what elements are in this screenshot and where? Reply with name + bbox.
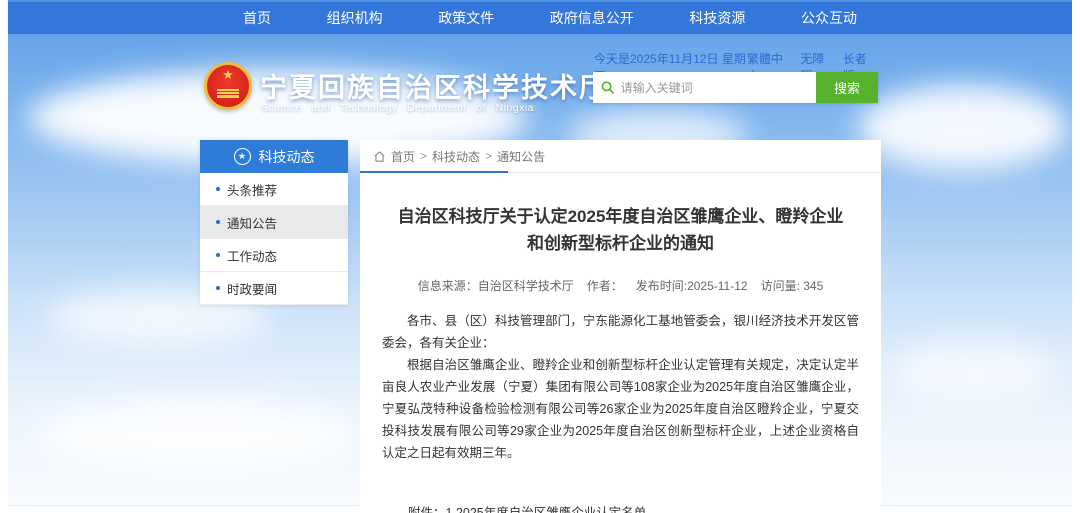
- cloud-decoration: [38, 400, 358, 470]
- cloud-decoration: [888, 340, 1058, 400]
- meta-source: 信息来源：自治区科学技术厅: [418, 277, 574, 294]
- sidebar-item-work-dynamics[interactable]: 工作动态: [200, 239, 348, 272]
- attachment-link-1[interactable]: 1.2025年度自治区雏鹰企业认定名单: [446, 500, 684, 513]
- attachments-list: 1.2025年度自治区雏鹰企业认定名单 2.2025年度自治区瞪羚企业认定名单 …: [446, 500, 684, 513]
- article-title-line1: 自治区科技厅关于认定2025年度自治区雏鹰企业、瞪羚企业: [382, 203, 859, 230]
- sidebar-title: 科技动态: [259, 147, 315, 167]
- nav-item-sci-tech-resources[interactable]: 科技资源: [689, 8, 745, 28]
- main-content-panel: 首页 > 科技动态 > 通知公告 自治区科技厅关于认定2025年度自治区雏鹰企业…: [360, 140, 881, 513]
- nav-item-gov-info-disclosure[interactable]: 政府信息公开: [550, 8, 634, 28]
- article-body: 各市、县（区）科技管理部门，宁东能源化工基地管委会，银川经济技术开发区管委会，各…: [382, 310, 859, 464]
- article-title: 自治区科技厅关于认定2025年度自治区雏鹰企业、瞪羚企业 和创新型标杆企业的通知: [382, 203, 859, 257]
- search-input-wrap: [593, 72, 816, 103]
- attachments-block: 附件： 1.2025年度自治区雏鹰企业认定名单 2.2025年度自治区瞪羚企业认…: [382, 500, 859, 513]
- sidebar-item-notices[interactable]: 通知公告: [200, 206, 348, 239]
- article-paragraph: 各市、县（区）科技管理部门，宁东能源化工基地管委会，银川经济技术开发区管委会，各…: [382, 310, 859, 354]
- sidebar-item-political-news[interactable]: 时政要闻: [200, 272, 348, 305]
- search-button[interactable]: 搜索: [816, 72, 878, 103]
- search-icon: [601, 80, 615, 95]
- breadcrumb-separator: >: [420, 149, 427, 163]
- sidebar-header: ★ 科技动态: [200, 140, 348, 173]
- article: 自治区科技厅关于认定2025年度自治区雏鹰企业、瞪羚企业 和创新型标杆企业的通知…: [360, 203, 881, 513]
- sidebar-item-label: 工作动态: [227, 246, 277, 265]
- meta-publish-date: 发布时间:2025-11-12: [636, 277, 748, 294]
- sidebar-item-label: 通知公告: [227, 213, 277, 232]
- site-title[interactable]: 宁夏回族自治区科学技术厅: [260, 66, 608, 105]
- national-emblem-logo: ★: [204, 62, 252, 110]
- breadcrumb: 首页 > 科技动态 > 通知公告: [360, 140, 881, 173]
- attachments-label: 附件：: [408, 500, 446, 513]
- breadcrumb-home[interactable]: 首页: [391, 148, 415, 165]
- article-paragraph: 根据自治区雏鹰企业、瞪羚企业和创新型标杆企业认定管理有关规定，决定认定半亩良人农…: [382, 354, 859, 464]
- article-meta-row: 信息来源：自治区科学技术厅 作者： 发布时间:2025-11-12 访问量: 3…: [382, 277, 859, 294]
- article-title-line2: 和创新型标杆企业的通知: [382, 230, 859, 257]
- breadcrumb-sci-tech-news[interactable]: 科技动态: [432, 148, 480, 165]
- search-bar: 搜索: [593, 72, 878, 103]
- nav-item-home[interactable]: 首页: [243, 8, 271, 28]
- home-icon: [373, 150, 386, 163]
- sidebar-item-label: 时政要闻: [227, 279, 277, 298]
- breadcrumb-separator: >: [485, 149, 492, 163]
- sidebar-item-label: 头条推荐: [227, 180, 277, 199]
- meta-author: 作者：: [587, 277, 623, 294]
- sidebar: ★ 科技动态 头条推荐 通知公告 工作动态 时政要闻: [200, 140, 348, 305]
- breadcrumb-notices[interactable]: 通知公告: [497, 148, 545, 165]
- emblem-star-icon: ★: [207, 68, 249, 81]
- meta-visit-count: 访问量: 345: [761, 277, 824, 294]
- star-circle-icon: ★: [234, 148, 251, 165]
- search-input[interactable]: [621, 81, 808, 95]
- emblem-gate-icon: [217, 89, 239, 98]
- nav-item-policy-documents[interactable]: 政策文件: [438, 8, 494, 28]
- sidebar-item-headline-recommend[interactable]: 头条推荐: [200, 173, 348, 206]
- cloud-decoration: [858, 85, 1068, 170]
- site-subtitle: Science and Technology Department of Nin…: [261, 102, 551, 114]
- nav-item-public-interaction[interactable]: 公众互动: [801, 8, 857, 28]
- page: 首页 组织机构 政策文件 政府信息公开 科技资源 公众互动 ★ 宁夏回族自治区科…: [0, 0, 1080, 513]
- top-nav: 首页 组织机构 政策文件 政府信息公开 科技资源 公众互动: [8, 2, 1072, 34]
- nav-item-organization[interactable]: 组织机构: [327, 8, 383, 28]
